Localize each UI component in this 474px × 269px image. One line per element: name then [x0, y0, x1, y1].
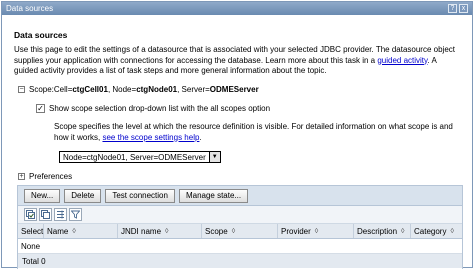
col-scope-label: Scope — [205, 226, 228, 236]
panel-titlebar: Data sources ? x — [2, 2, 472, 15]
scope-select-value: Node=ctgNode01, Server=ODMEServer — [63, 152, 206, 162]
scope-explanation: Scope specifies the level at which the r… — [54, 122, 464, 143]
delete-button[interactable]: Delete — [64, 188, 102, 203]
col-select: Select — [18, 224, 44, 238]
collapse-icon[interactable]: − — [18, 86, 25, 93]
col-scope[interactable]: Scope ◊ — [202, 224, 278, 238]
col-category[interactable]: Category ◊ — [411, 224, 462, 238]
col-select-label: Select — [21, 226, 44, 236]
scope-explain-suffix: . — [199, 132, 202, 142]
col-jndi-label: JNDI name — [121, 226, 162, 236]
data-sources-panel: Data sources ? x Data sources Use this p… — [1, 1, 473, 269]
help-icon[interactable]: ? — [448, 4, 457, 13]
scope-cell-value: ctgCell01 — [72, 85, 108, 94]
selection-toolbar — [18, 206, 462, 224]
table-total-row: Total 0 — [18, 254, 462, 268]
expand-icon[interactable]: + — [18, 173, 25, 180]
scope-select[interactable]: Node=ctgNode01, Server=ODMEServer ▼ — [59, 151, 221, 163]
sort-icon[interactable]: ◊ — [72, 228, 75, 235]
scope-settings-help-link[interactable]: see the scope settings help — [102, 133, 199, 142]
col-name-label: Name — [47, 226, 69, 236]
new-button[interactable]: New... — [24, 188, 61, 203]
scope-server-prefix: , Server= — [177, 85, 210, 94]
sort-icon[interactable]: ◊ — [401, 228, 404, 235]
page-description: Use this page to edit the settings of a … — [14, 45, 462, 77]
table-header-row: Select Name ◊ JNDI name ◊ Scope ◊ Provider ◊… — [18, 224, 462, 239]
scope-section-header[interactable]: − Scope: Cell= ctgCell01 , Node= ctgNode01… — [18, 85, 259, 94]
action-toolbar: New... Delete Test connection Manage sta… — [18, 186, 462, 206]
sort-icon[interactable]: ◊ — [315, 228, 318, 235]
sort-icon[interactable]: ◊ — [232, 228, 235, 235]
col-provider[interactable]: Provider ◊ — [278, 224, 354, 238]
total-text: Total 0 — [22, 256, 46, 266]
scope-node-prefix: , Node= — [107, 85, 137, 94]
empty-text: None — [21, 241, 41, 251]
filter-icon[interactable] — [54, 208, 67, 221]
col-category-label: Category — [414, 226, 447, 236]
panel-content: Data sources Use this page to edit the s… — [2, 15, 472, 269]
guided-activity-link[interactable]: guided activity — [377, 56, 427, 65]
table-empty-row: None — [18, 239, 462, 254]
test-connection-button[interactable]: Test connection — [105, 188, 175, 203]
sort-icon[interactable]: ◊ — [165, 228, 168, 235]
close-icon[interactable]: x — [459, 4, 468, 13]
preferences-label[interactable]: Preferences — [29, 172, 72, 181]
scope-label: Scope: — [29, 85, 54, 94]
col-description[interactable]: Description ◊ — [354, 224, 411, 238]
col-name[interactable]: Name ◊ — [44, 224, 118, 238]
show-scope-label: Show scope selection drop-down list with… — [49, 104, 271, 113]
data-sources-table: New... Delete Test connection Manage sta… — [17, 185, 463, 269]
scope-cell-prefix: Cell= — [53, 85, 73, 94]
sort-icon[interactable]: ◊ — [450, 228, 453, 235]
chevron-down-icon[interactable]: ▼ — [208, 152, 220, 162]
show-scope-checkbox[interactable]: ✓ — [36, 104, 45, 113]
page-heading: Data sources — [14, 30, 68, 40]
manage-state-button[interactable]: Manage state... — [178, 188, 249, 203]
show-scope-option[interactable]: ✓ Show scope selection drop-down list wi… — [36, 104, 270, 113]
preferences-toggle[interactable]: + Preferences — [18, 172, 72, 181]
col-provider-label: Provider — [281, 226, 311, 236]
scope-server-value: ODMEServer — [209, 85, 259, 94]
col-jndi-name[interactable]: JNDI name ◊ — [118, 224, 202, 238]
col-description-label: Description — [357, 226, 398, 236]
select-all-icon[interactable] — [24, 208, 37, 221]
show-filter-icon[interactable] — [69, 208, 82, 221]
scope-node-value: ctgNode01 — [136, 85, 178, 94]
panel-title: Data sources — [6, 4, 54, 13]
deselect-all-icon[interactable] — [39, 208, 52, 221]
